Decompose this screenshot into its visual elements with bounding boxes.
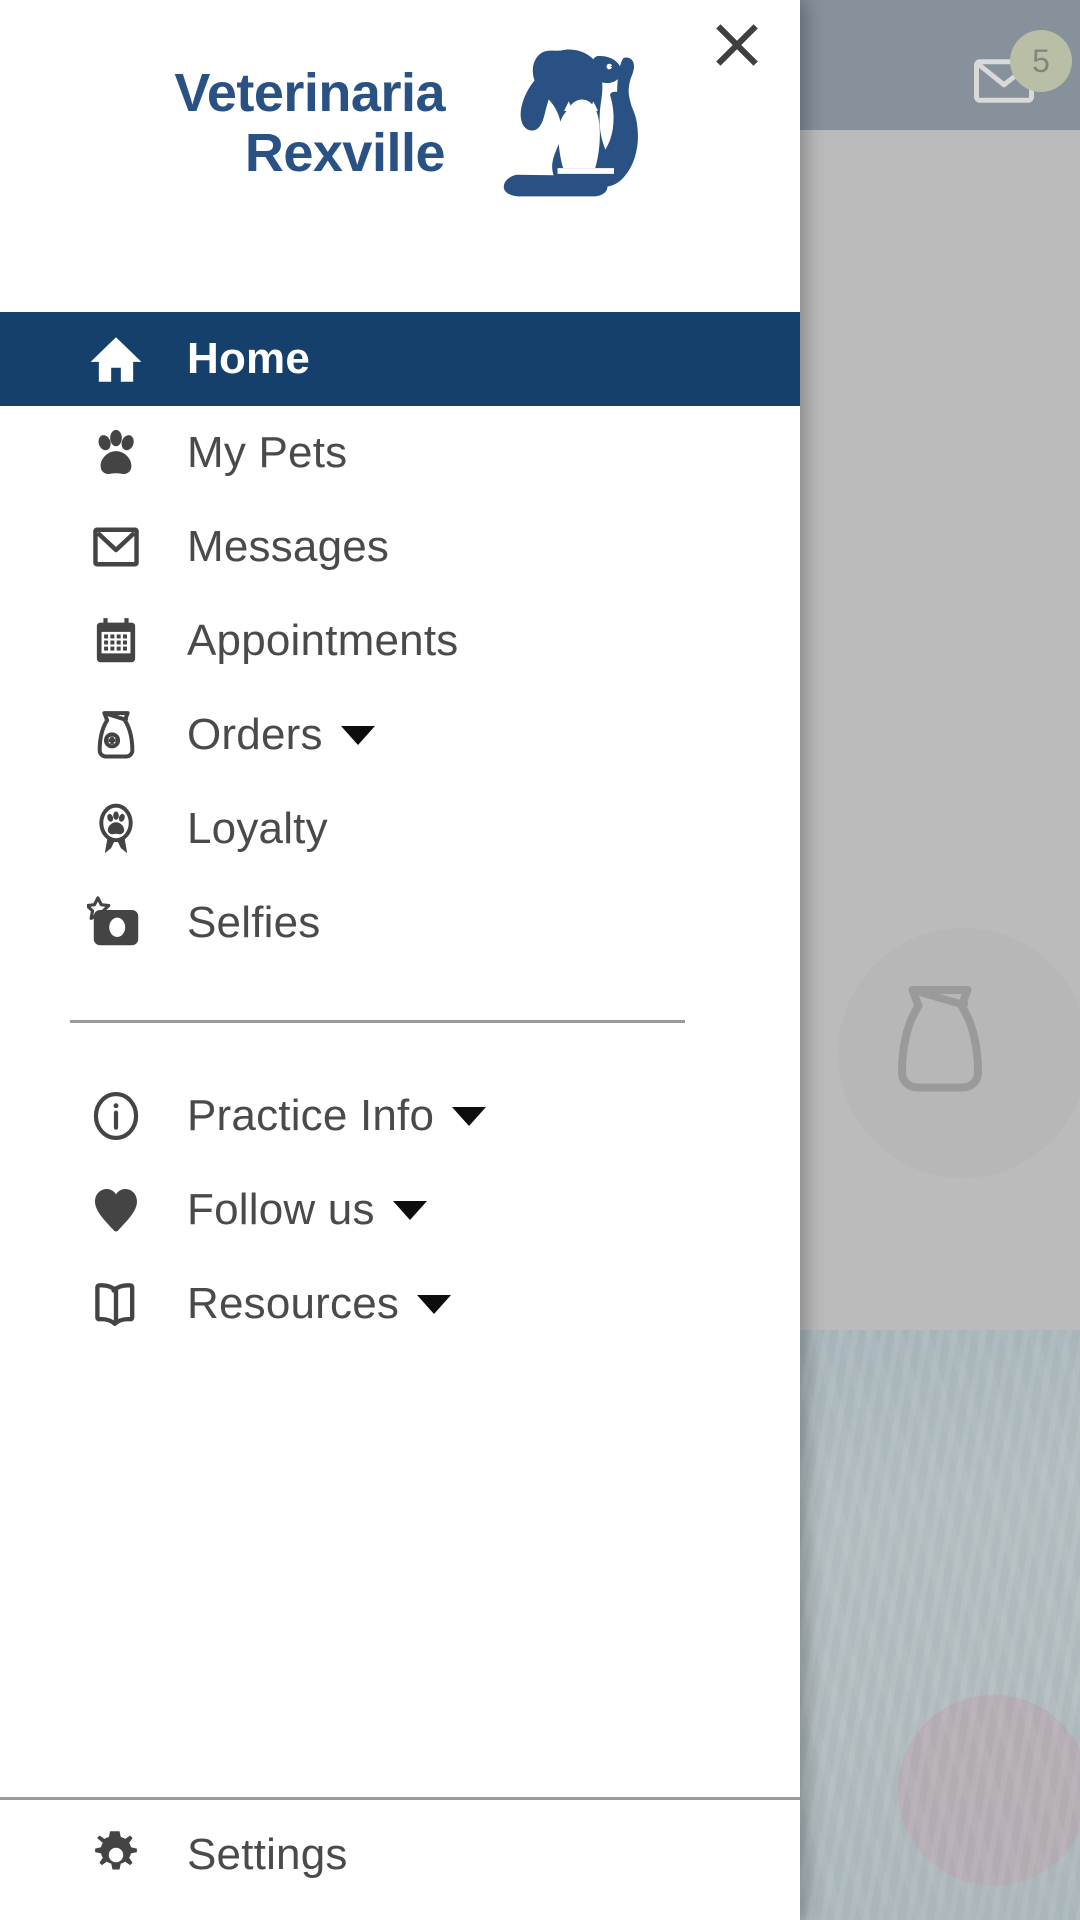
nav-label: Settings [187, 1830, 348, 1879]
chevron-down-icon[interactable] [392, 1200, 427, 1220]
nav-item-selfies[interactable]: Selfies [0, 876, 800, 970]
paw-icon [85, 422, 147, 484]
nav-item-loyalty[interactable]: Loyalty [0, 782, 800, 876]
nav-item-settings[interactable]: Settings [0, 1800, 800, 1910]
award-paw-icon [85, 798, 147, 860]
navigation-drawer: Veterinaria Rexville Home My Pets Messag… [0, 0, 800, 1920]
gear-icon [85, 1824, 147, 1886]
nav-group-divider [70, 1020, 685, 1023]
book-icon [85, 1273, 147, 1335]
drawer-nav-list: Home My Pets Messages Appointments Order… [0, 255, 800, 1797]
nav-label: Appointments [187, 616, 459, 665]
nav-item-my-pets[interactable]: My Pets [0, 406, 800, 500]
app-screen: 5 Veterinaria Rexville Home My Pets Mess… [0, 0, 1080, 1920]
nav-label: Home [187, 334, 311, 383]
nav-label: Follow us [187, 1185, 375, 1234]
brand-logo: Veterinaria Rexville [150, 38, 650, 208]
chevron-down-icon[interactable] [452, 1106, 487, 1126]
nav-label: Practice Info [187, 1091, 435, 1140]
nav-label: My Pets [187, 428, 348, 477]
dog-cat-bird-logo-icon [503, 49, 638, 197]
food-bag-icon [85, 704, 147, 766]
nav-item-appointments[interactable]: Appointments [0, 594, 800, 688]
brand-name: Veterinaria Rexville [174, 62, 445, 183]
nav-item-messages[interactable]: Messages [0, 500, 800, 594]
nav-item-follow-us[interactable]: Follow us [0, 1163, 800, 1257]
camera-star-icon [85, 892, 147, 954]
chevron-down-icon[interactable] [417, 1294, 452, 1314]
envelope-icon [85, 516, 147, 578]
nav-item-orders[interactable]: Orders [0, 688, 800, 782]
nav-item-resources[interactable]: Resources [0, 1257, 800, 1351]
close-drawer-button[interactable] [699, 7, 775, 83]
nav-item-practice-info[interactable]: Practice Info [0, 1069, 800, 1163]
nav-label: Loyalty [187, 804, 328, 853]
heart-icon [85, 1179, 147, 1241]
chevron-down-icon[interactable] [340, 725, 375, 745]
nav-label: Selfies [187, 898, 321, 947]
close-icon [716, 24, 758, 66]
nav-label: Orders [187, 710, 323, 759]
nav-label: Resources [187, 1279, 400, 1328]
calendar-icon [85, 610, 147, 672]
home-icon [85, 328, 147, 390]
nav-label: Messages [187, 522, 390, 571]
drawer-header: Veterinaria Rexville [0, 0, 800, 255]
drawer-footer: Settings [0, 1800, 800, 1920]
nav-item-home[interactable]: Home [0, 312, 800, 406]
info-circle-icon [85, 1085, 147, 1147]
